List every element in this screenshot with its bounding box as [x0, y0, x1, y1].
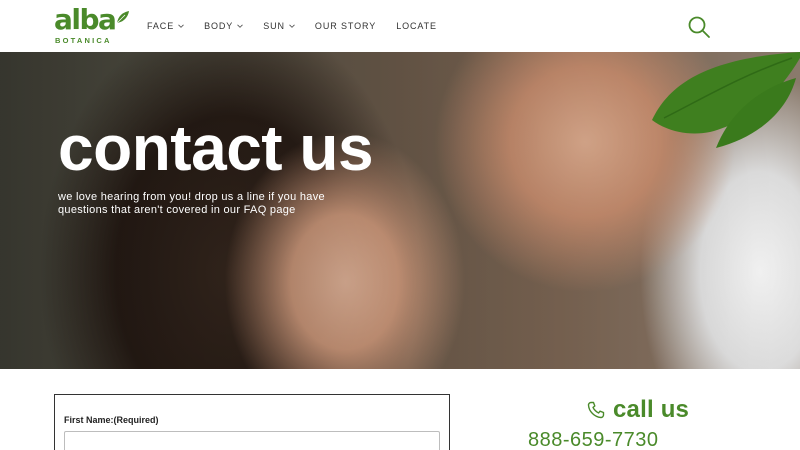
chevron-down-icon [237, 24, 244, 28]
page-title: contact us [58, 112, 374, 184]
nav-item-label: SUN [263, 21, 285, 31]
first-name-label: First Name:(Required) [64, 415, 159, 425]
call-us-heading: call us [587, 395, 689, 425]
nav-item-face[interactable]: FACE [147, 21, 184, 31]
leaf-icon [116, 11, 129, 24]
leaf-icon [652, 52, 800, 148]
nav-item-sun[interactable]: SUN [263, 21, 295, 31]
call-us-title: call us [613, 396, 690, 423]
phone-number-link[interactable]: 888-659-7730 [528, 429, 659, 450]
nav-item-our-story[interactable]: OUR STORY [315, 21, 376, 31]
chevron-down-icon [289, 24, 295, 28]
nav-item-label: FACE [147, 21, 175, 31]
logo-wordmark: alba [54, 3, 117, 36]
phone-icon [587, 401, 605, 419]
nav-item-label: BODY [204, 21, 234, 31]
first-name-field[interactable] [64, 431, 440, 450]
hero-banner: contact us we love hearing from you! dro… [0, 52, 800, 369]
nav-item-locate[interactable]: LOCATE [396, 21, 437, 31]
logo-subline: BOTANICA [55, 36, 112, 45]
contact-form: First Name:(Required) [54, 394, 450, 450]
chevron-down-icon [178, 24, 184, 28]
search-icon[interactable] [687, 15, 711, 39]
hero-subtitle: we love hearing from you! drop us a line… [58, 191, 325, 216]
nav-item-body[interactable]: BODY [204, 21, 244, 31]
brand-logo[interactable]: alba BOTANICA [54, 3, 130, 45]
nav-item-label: LOCATE [396, 21, 437, 31]
nav-item-label: OUR STORY [314, 21, 377, 31]
main-nav: FACE BODY SUN OUR STORY LOCATE [147, 0, 457, 52]
site-header: alba BOTANICA FACE BODY SUN OUR STORY LO… [0, 0, 800, 52]
